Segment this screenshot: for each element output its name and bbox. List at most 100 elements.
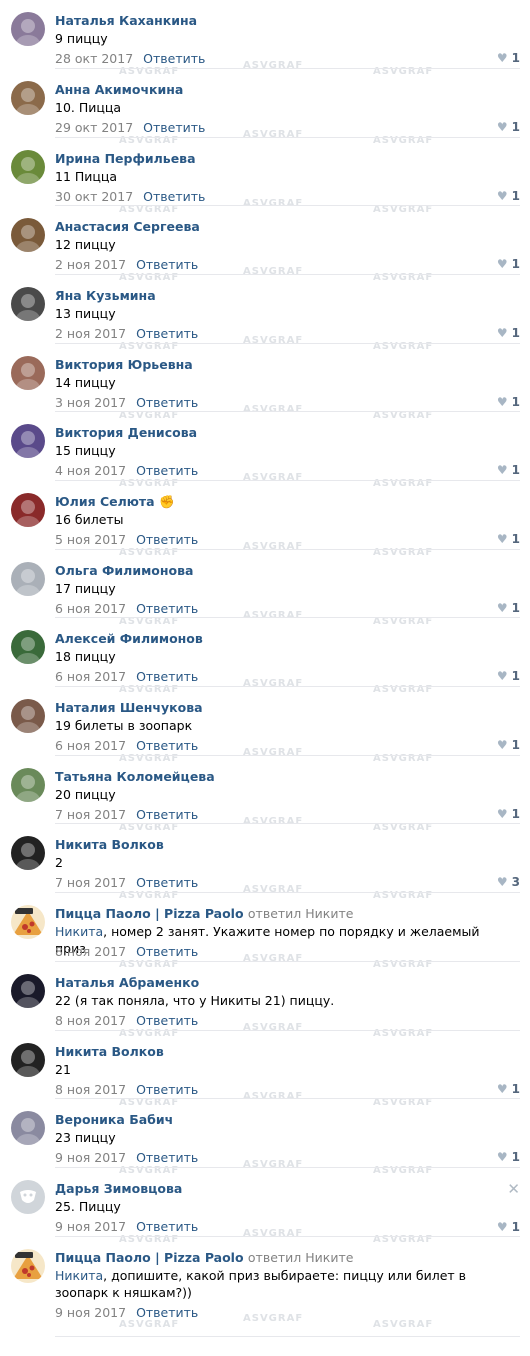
author-name[interactable]: Ирина Перфильева	[55, 151, 196, 166]
comment-date[interactable]: 6 ноя 2017	[55, 601, 126, 616]
comment-date[interactable]: 4 ноя 2017	[55, 463, 126, 478]
avatar[interactable]	[11, 493, 45, 527]
like-button[interactable]: ♥ 1	[497, 1082, 520, 1096]
author-link[interactable]: Алексей Филимонов	[55, 631, 203, 646]
like-button[interactable]: ♥ 1	[497, 395, 520, 409]
like-button[interactable]: ♥ 1	[497, 738, 520, 752]
avatar[interactable]	[11, 1249, 45, 1283]
comment-date[interactable]: 3 ноя 2017	[55, 395, 126, 410]
author-name[interactable]: Юлия Селюта ✊	[55, 494, 175, 510]
comment-date[interactable]: 2 ноя 2017	[55, 326, 126, 341]
author-link[interactable]: Наталья Абраменко	[55, 975, 199, 990]
comment-date[interactable]: 8 ноя 2017	[55, 1082, 126, 1097]
author-name[interactable]: Никита Волков	[55, 837, 164, 852]
comment-date[interactable]: 8 ноя 2017	[55, 944, 126, 959]
reply-button[interactable]: Ответить	[143, 189, 205, 204]
author-link[interactable]: Татьяна Коломейцева	[55, 769, 215, 784]
mention-link[interactable]: Никита	[55, 1268, 103, 1283]
reply-button[interactable]: Ответить	[136, 944, 198, 959]
author-name[interactable]: Яна Кузьмина	[55, 288, 156, 303]
like-button[interactable]: ♥ 1	[497, 1150, 520, 1164]
avatar[interactable]	[11, 768, 45, 802]
author-name[interactable]: Никита Волков	[55, 1044, 164, 1059]
like-button[interactable]: ♥ 1	[497, 189, 520, 203]
author-link[interactable]: Юлия Селюта	[55, 494, 155, 509]
comment-date[interactable]: 6 ноя 2017	[55, 669, 126, 684]
author-name[interactable]: Наталья Абраменко	[55, 975, 199, 990]
avatar[interactable]	[11, 699, 45, 733]
comment-date[interactable]: 2 ноя 2017	[55, 257, 126, 272]
like-button[interactable]: ♥ 1	[497, 326, 520, 340]
reply-button[interactable]: Ответить	[136, 738, 198, 753]
avatar[interactable]	[11, 12, 45, 46]
comment-date[interactable]: 9 ноя 2017	[55, 1305, 126, 1320]
reply-button[interactable]: Ответить	[136, 1305, 198, 1320]
comment-date[interactable]: 29 окт 2017	[55, 120, 133, 135]
author-link[interactable]: Наталья Каханкина	[55, 13, 197, 28]
close-icon[interactable]: ✕	[507, 1180, 520, 1198]
comment-date[interactable]: 7 ноя 2017	[55, 807, 126, 822]
comment-date[interactable]: 9 ноя 2017	[55, 1150, 126, 1165]
comment-date[interactable]: 30 окт 2017	[55, 189, 133, 204]
comment-date[interactable]: 7 ноя 2017	[55, 875, 126, 890]
author-link[interactable]: Анастасия Сергеева	[55, 219, 200, 234]
author-link[interactable]: Вероника Бабич	[55, 1112, 173, 1127]
reply-button[interactable]: Ответить	[136, 1013, 198, 1028]
author-name[interactable]: Наталья Каханкина	[55, 13, 197, 28]
avatar[interactable]	[11, 424, 45, 458]
reply-button[interactable]: Ответить	[136, 326, 198, 341]
avatar[interactable]	[11, 287, 45, 321]
avatar[interactable]	[11, 1180, 45, 1214]
author-link[interactable]: Пицца Паоло | Pizza Paolo	[55, 906, 244, 921]
like-button[interactable]: ♥ 1	[497, 532, 520, 546]
reply-button[interactable]: Ответить	[136, 463, 198, 478]
author-link[interactable]: Анна Акимочкина	[55, 82, 183, 97]
like-button[interactable]: ♥ 1	[497, 1220, 520, 1234]
author-link[interactable]: Никита Волков	[55, 1044, 164, 1059]
reply-button[interactable]: Ответить	[136, 532, 198, 547]
author-name[interactable]: Виктория Юрьевна	[55, 357, 193, 372]
avatar[interactable]	[11, 562, 45, 596]
reply-button[interactable]: Ответить	[143, 120, 205, 135]
author-link[interactable]: Виктория Юрьевна	[55, 357, 193, 372]
like-button[interactable]: ♥ 1	[497, 51, 520, 65]
author-name[interactable]: Пицца Паоло | Pizza Paolo ответил Никите	[55, 906, 353, 921]
author-name[interactable]: Виктория Денисова	[55, 425, 197, 440]
like-button[interactable]: ♥ 1	[497, 257, 520, 271]
author-name[interactable]: Вероника Бабич	[55, 1112, 173, 1127]
reply-button[interactable]: Ответить	[136, 395, 198, 410]
author-name[interactable]: Анастасия Сергеева	[55, 219, 200, 234]
author-link[interactable]: Наталия Шенчукова	[55, 700, 203, 715]
comment-date[interactable]: 28 окт 2017	[55, 51, 133, 66]
reply-button[interactable]: Ответить	[136, 1219, 198, 1234]
avatar[interactable]	[11, 974, 45, 1008]
author-link[interactable]: Ирина Перфильева	[55, 151, 196, 166]
avatar[interactable]	[11, 630, 45, 664]
reply-button[interactable]: Ответить	[143, 51, 205, 66]
reply-button[interactable]: Ответить	[136, 601, 198, 616]
comment-date[interactable]: 6 ноя 2017	[55, 738, 126, 753]
author-name[interactable]: Пицца Паоло | Pizza Paolo ответил Никите	[55, 1250, 353, 1265]
author-link[interactable]: Дарья Зимовцова	[55, 1181, 182, 1196]
avatar[interactable]	[11, 150, 45, 184]
avatar[interactable]	[11, 1111, 45, 1145]
author-name[interactable]: Татьяна Коломейцева	[55, 769, 215, 784]
avatar[interactable]	[11, 218, 45, 252]
avatar[interactable]	[11, 905, 45, 939]
reply-button[interactable]: Ответить	[136, 257, 198, 272]
author-link[interactable]: Яна Кузьмина	[55, 288, 156, 303]
author-name[interactable]: Дарья Зимовцова	[55, 1181, 182, 1196]
reply-button[interactable]: Ответить	[136, 669, 198, 684]
like-button[interactable]: ♥ 1	[497, 463, 520, 477]
like-button[interactable]: ♥ 1	[497, 669, 520, 683]
mention-link[interactable]: Никита	[55, 924, 103, 939]
avatar[interactable]	[11, 81, 45, 115]
comment-date[interactable]: 5 ноя 2017	[55, 532, 126, 547]
like-button[interactable]: ♥ 1	[497, 807, 520, 821]
avatar[interactable]	[11, 836, 45, 870]
author-name[interactable]: Наталия Шенчукова	[55, 700, 203, 715]
author-link[interactable]: Никита Волков	[55, 837, 164, 852]
reply-button[interactable]: Ответить	[136, 1150, 198, 1165]
reply-button[interactable]: Ответить	[136, 875, 198, 890]
like-button[interactable]: ♥ 1	[497, 120, 520, 134]
